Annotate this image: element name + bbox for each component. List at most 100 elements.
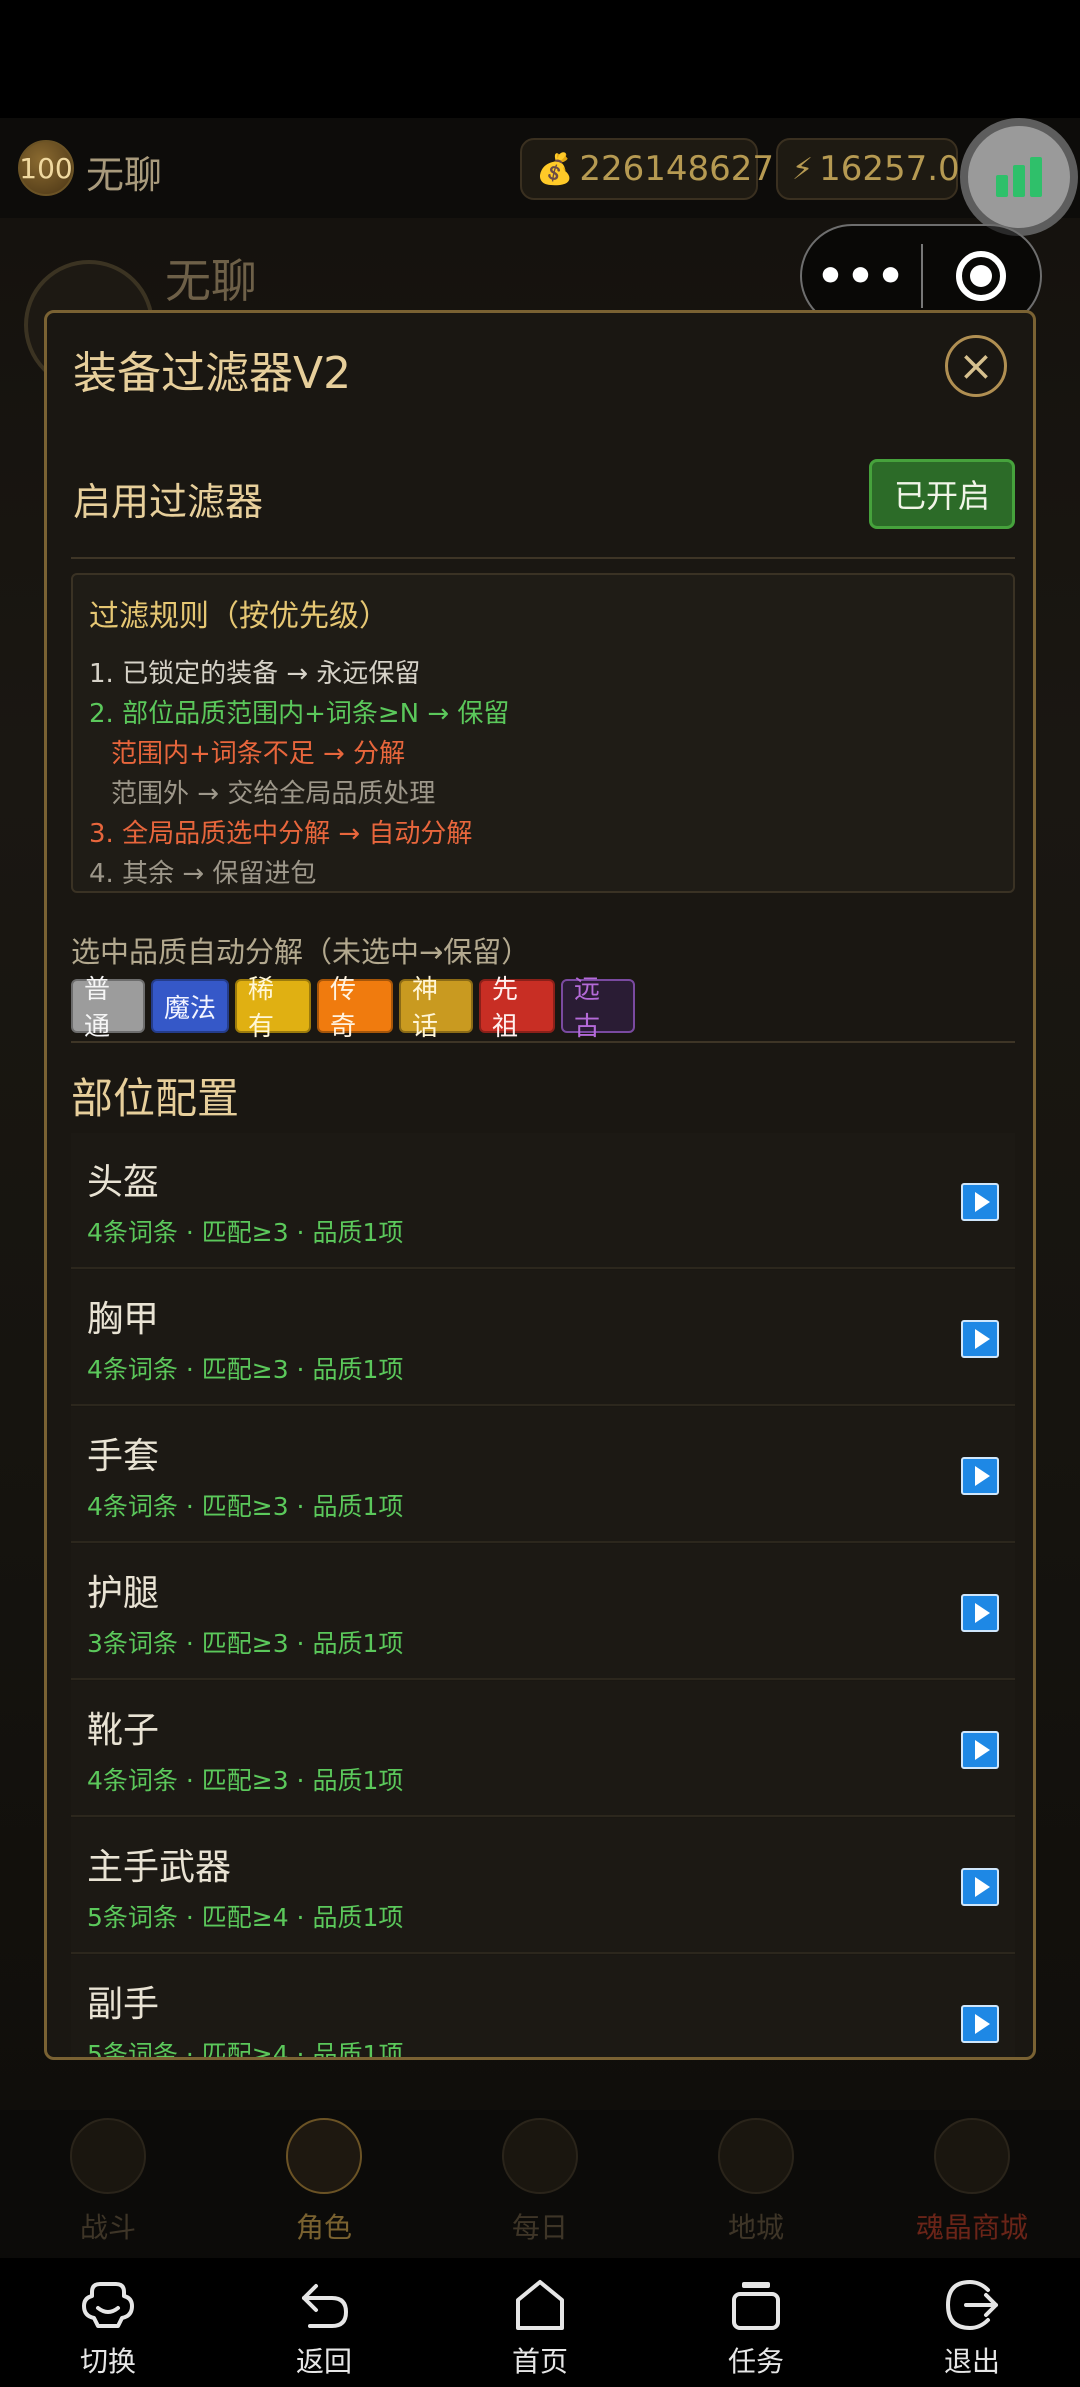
slot-row-gloves[interactable]: 手套 4条词条 · 匹配≥3 · 品质1项: [71, 1407, 1015, 1543]
filter-rules-box: 过滤规则（按优先级） 1. 已锁定的装备 → 永远保留 2. 部位品质范围内+词…: [71, 573, 1015, 893]
slot-summary: 3条词条 · 匹配≥3 · 品质1项: [87, 1629, 404, 1658]
energy-amount: 16257.0: [819, 149, 960, 189]
slot-summary: 4条词条 · 匹配≥3 · 品质1项: [87, 1218, 404, 1247]
gold-currency: 💰 2261486271: [520, 138, 796, 200]
quality-chip-magic[interactable]: 魔法: [151, 979, 229, 1033]
expand-arrow-icon[interactable]: [961, 1731, 999, 1769]
tab-label: 魂晶商城: [915, 2211, 1028, 2244]
rule-item: 1. 已锁定的装备 → 永远保留: [89, 659, 421, 689]
tab-label: 战斗: [79, 2211, 136, 2244]
expand-arrow-icon[interactable]: [961, 1868, 999, 1906]
money-bag-icon: 💰: [536, 151, 574, 187]
nav-label: 切换: [79, 2345, 136, 2378]
level-badge: 100: [18, 140, 74, 196]
slot-name: 主手武器: [87, 1847, 232, 1888]
slot-row-main-weapon[interactable]: 主手武器 5条词条 · 匹配≥4 · 品质1项: [71, 1818, 1015, 1954]
energy-currency: ⚡ 16257.0: [776, 138, 960, 200]
stats-button[interactable]: [960, 118, 1078, 236]
rule-item: 范围外 → 交给全局品质处理: [111, 779, 436, 809]
daily-icon: [502, 2118, 578, 2194]
character-icon: [286, 2118, 362, 2194]
shop-icon: [934, 2118, 1010, 2194]
target-icon: [956, 251, 1007, 301]
expand-arrow-icon[interactable]: [961, 1594, 999, 1632]
player-name: 无聊: [86, 153, 163, 197]
rules-title: 过滤规则（按优先级）: [89, 599, 389, 634]
nav-switch[interactable]: 切换: [0, 2258, 216, 2387]
tab-soul-crystal-shop[interactable]: 魂晶商城: [864, 2110, 1080, 2258]
slot-summary: 5条词条 · 匹配≥4 · 品质1项: [87, 1903, 404, 1932]
slot-row-chest[interactable]: 胸甲 4条词条 · 匹配≥3 · 品质1项: [71, 1270, 1015, 1406]
rule-item: 4. 其余 → 保留进包: [89, 859, 317, 889]
tab-label: 每日: [511, 2211, 568, 2244]
tab-daily[interactable]: 每日: [432, 2110, 648, 2258]
slot-name: 靴子: [87, 1710, 160, 1751]
expand-arrow-icon[interactable]: [961, 1457, 999, 1495]
quality-chip-group: 普通 魔法 稀有 传奇 神话 先祖 远古: [71, 975, 635, 1042]
system-nav-bar: 切换 返回 首页 任务 退出: [0, 2258, 1080, 2387]
close-button[interactable]: ×: [945, 335, 1007, 397]
nav-home[interactable]: 首页: [432, 2258, 648, 2387]
nav-label: 退出: [943, 2345, 1000, 2378]
quality-chip-ancient[interactable]: 远古: [561, 975, 635, 1042]
battle-icon: [70, 2118, 146, 2194]
modal-title: 装备过滤器V2: [73, 348, 352, 399]
game-tab-bar: 战斗 角色 每日 地城 魂晶商城: [0, 2110, 1080, 2258]
close-miniprogram-button[interactable]: [923, 251, 1040, 301]
slot-name: 手套: [87, 1436, 160, 1477]
nav-label: 首页: [511, 2345, 568, 2378]
quality-chip-rare[interactable]: 稀有: [235, 975, 311, 1042]
back-icon: [302, 2284, 349, 2328]
bar-chart-icon: [996, 157, 1042, 197]
status-bar: [0, 0, 1080, 118]
quality-chip-normal[interactable]: 普通: [71, 975, 145, 1042]
expand-arrow-icon[interactable]: [961, 1183, 999, 1221]
nav-back[interactable]: 返回: [216, 2258, 432, 2387]
slot-row-helmet[interactable]: 头盔 4条词条 · 匹配≥3 · 品质1项: [71, 1133, 1015, 1269]
nav-exit[interactable]: 退出: [864, 2258, 1080, 2387]
slot-summary: 4条词条 · 匹配≥3 · 品质1项: [87, 1355, 404, 1384]
slot-row-boots[interactable]: 靴子 4条词条 · 匹配≥3 · 品质1项: [71, 1681, 1015, 1817]
exit-icon: [945, 2279, 998, 2331]
nav-label: 任务: [727, 2345, 784, 2378]
quality-chip-mythic[interactable]: 神话: [399, 975, 473, 1042]
lightning-icon: ⚡: [792, 151, 814, 187]
dungeon-icon: [718, 2118, 794, 2194]
tab-label: 地城: [727, 2211, 784, 2244]
slot-summary: 4条词条 · 匹配≥3 · 品质1项: [87, 1492, 404, 1521]
tab-battle[interactable]: 战斗: [0, 2110, 216, 2258]
slot-config-title: 部位配置: [71, 1074, 240, 1123]
divider: [71, 557, 1015, 559]
close-icon: ×: [958, 341, 994, 390]
gold-amount: 2261486271: [579, 149, 796, 189]
switch-icon: [82, 2282, 134, 2328]
nav-label: 返回: [295, 2345, 352, 2378]
slot-row-legs[interactable]: 护腿 3条词条 · 匹配≥3 · 品质1项: [71, 1544, 1015, 1680]
more-icon[interactable]: •••: [802, 251, 921, 302]
slot-summary: 5条词条 · 匹配≥4 · 品质1项: [87, 2040, 404, 2060]
enable-filter-toggle[interactable]: 已开启: [869, 459, 1015, 529]
slot-name: 副手: [87, 1984, 160, 2025]
quality-chip-ancestral[interactable]: 先祖: [479, 975, 555, 1042]
quality-auto-dismantle-label: 选中品质自动分解（未选中→保留）: [71, 935, 531, 969]
background-player-title: 无聊: [165, 254, 257, 308]
divider: [71, 1041, 1015, 1043]
nav-tasks[interactable]: 任务: [648, 2258, 864, 2387]
tasks-icon: [732, 2282, 780, 2330]
rule-item: 2. 部位品质范围内+词条≥N → 保留: [89, 699, 510, 729]
tab-dungeon[interactable]: 地城: [648, 2110, 864, 2258]
expand-arrow-icon[interactable]: [961, 1320, 999, 1358]
slot-row-offhand[interactable]: 副手 5条词条 · 匹配≥4 · 品质1项: [71, 1955, 1015, 2060]
rule-item: 范围内+词条不足 → 分解: [111, 739, 406, 769]
quality-chip-legendary[interactable]: 传奇: [317, 975, 393, 1042]
equipment-filter-modal: 装备过滤器V2 × 启用过滤器 已开启 过滤规则（按优先级） 1. 已锁定的装备…: [44, 310, 1036, 2060]
slot-name: 护腿: [87, 1573, 160, 1614]
expand-arrow-icon[interactable]: [961, 2005, 999, 2043]
home-icon: [516, 2280, 564, 2330]
enable-filter-label: 启用过滤器: [73, 480, 264, 524]
tab-character[interactable]: 角色: [216, 2110, 432, 2258]
slot-summary: 4条词条 · 匹配≥3 · 品质1项: [87, 1766, 404, 1795]
tab-label: 角色: [295, 2211, 352, 2244]
rule-item: 3. 全局品质选中分解 → 自动分解: [89, 819, 473, 849]
slot-name: 头盔: [87, 1162, 160, 1203]
